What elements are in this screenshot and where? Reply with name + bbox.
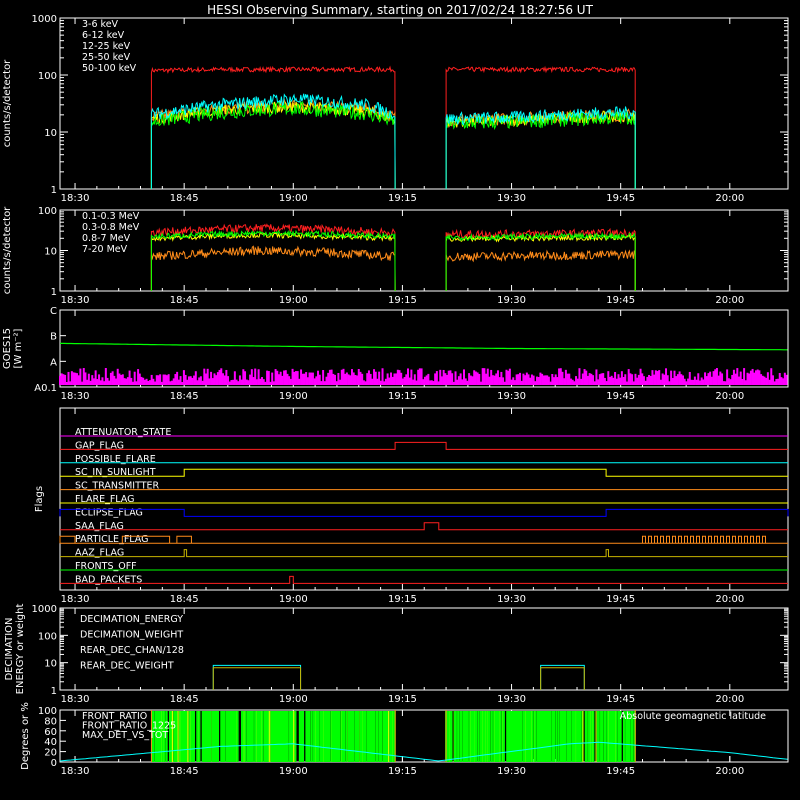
time-tick-label: 19:45 [606, 193, 635, 204]
y-tick-label: 1 [51, 686, 57, 697]
time-tick-label: 20:00 [715, 766, 744, 777]
time-tick-label: 18:30 [61, 694, 90, 705]
y-tick-label: 100 [38, 706, 57, 717]
time-tick-label: 18:30 [61, 295, 90, 306]
time-tick-label: 19:00 [279, 391, 308, 402]
time-tick-label: 19:00 [279, 694, 308, 705]
time-tick-label: 18:30 [61, 594, 90, 605]
legend-entry: 7-20 MeV [82, 244, 128, 255]
time-tick-label: 19:00 [279, 594, 308, 605]
legend-entry: DECIMATION_WEIGHT [80, 630, 183, 641]
legend-entry: 50-100 keV [82, 63, 137, 74]
time-tick-label: 20:00 [715, 193, 744, 204]
legend-entry: DECIMATION_ENERGY [80, 614, 183, 625]
chart-title: HESSI Observing Summary, starting on 201… [207, 3, 593, 17]
y-axis-label: Flags [34, 486, 45, 512]
y-tick-label: 1000 [32, 604, 57, 615]
y-tick-label: 1000 [32, 14, 57, 25]
y-axis-label: counts/s/detector [2, 59, 13, 147]
time-tick-label: 18:45 [170, 391, 199, 402]
time-tick-label: 18:30 [61, 391, 90, 402]
time-tick-label: 18:45 [170, 766, 199, 777]
y-tick-label: 20 [44, 748, 57, 759]
legend-entry: 0.8-7 MeV [82, 233, 131, 244]
time-tick-label: 19:30 [497, 295, 526, 306]
time-tick-label: 18:30 [61, 766, 90, 777]
time-tick-label: 19:30 [497, 193, 526, 204]
time-tick-label: 19:15 [388, 193, 417, 204]
hessi-summary-chart: HESSI Observing Summary, starting on 201… [0, 0, 800, 800]
time-tick-label: 19:30 [497, 694, 526, 705]
y-tick-label: 100 [38, 631, 57, 642]
time-tick-label: 20:00 [715, 594, 744, 605]
time-tick-label: 19:45 [606, 766, 635, 777]
y-tick-label: 1 [51, 185, 57, 196]
time-tick-label: 19:30 [497, 594, 526, 605]
legend-entry: Absolute geomagnetic latitude [620, 711, 766, 722]
y-tick-label: A [50, 357, 57, 368]
time-tick-label: 18:30 [61, 193, 90, 204]
time-tick-label: 19:15 [388, 391, 417, 402]
y-tick-label: 0 [51, 758, 57, 769]
y-tick-label: B [50, 332, 57, 343]
y-axis-label: GOES15 [2, 328, 13, 369]
y-tick-label: 10 [44, 247, 57, 258]
legend-entry: 12-25 keV [82, 41, 131, 52]
legend-entry: REAR_DEC_CHAN/128 [80, 645, 184, 656]
y-tick-label: 80 [44, 716, 57, 727]
time-tick-label: 19:30 [497, 391, 526, 402]
time-tick-label: 19:45 [606, 391, 635, 402]
time-tick-label: 19:15 [388, 594, 417, 605]
y-tick-label: 1 [51, 287, 57, 298]
y-tick-label: 100 [38, 71, 57, 82]
time-tick-label: 18:45 [170, 594, 199, 605]
legend-entry: 0.3-0.8 MeV [82, 222, 140, 233]
y-tick-label: 10 [44, 128, 57, 139]
time-tick-label: 19:00 [279, 766, 308, 777]
time-tick-label: 19:00 [279, 295, 308, 306]
time-tick-label: 19:45 [606, 594, 635, 605]
time-tick-label: 19:15 [388, 694, 417, 705]
time-tick-label: 18:45 [170, 193, 199, 204]
time-tick-label: 18:45 [170, 295, 199, 306]
time-tick-label: 18:45 [170, 694, 199, 705]
time-tick-label: 19:45 [606, 295, 635, 306]
y-axis-label: DECIMATION [4, 617, 15, 680]
legend-entry: 6-12 keV [82, 30, 125, 41]
legend-entry: 0.1-0.3 MeV [82, 211, 140, 222]
time-tick-label: 19:15 [388, 766, 417, 777]
y-tick-label: C [50, 306, 57, 317]
y-tick-label: 100 [38, 206, 57, 217]
time-tick-label: 20:00 [715, 694, 744, 705]
y-axis-label: [W m⁻²] [13, 328, 24, 368]
legend-entry: 3-6 keV [82, 19, 119, 30]
legend-entry: MAX_DET_VS_TOT [82, 730, 168, 741]
time-tick-label: 20:00 [715, 295, 744, 306]
time-tick-label: 20:00 [715, 391, 744, 402]
legend-entry: REAR_DEC_WEIGHT [80, 661, 174, 672]
time-tick-label: 19:30 [497, 766, 526, 777]
y-axis-label: Degrees or % [20, 702, 31, 770]
y-axis-label: ENERGY or weight [15, 604, 26, 695]
y-tick-label: 10 [44, 659, 57, 670]
legend-entry: 25-50 keV [82, 52, 131, 63]
y-axis-label: counts/s/detector [2, 206, 13, 294]
time-tick-label: 19:00 [279, 193, 308, 204]
time-tick-label: 19:15 [388, 295, 417, 306]
time-tick-label: 19:45 [606, 694, 635, 705]
y-tick-label: 60 [44, 727, 57, 738]
y-tick-label: 40 [44, 737, 57, 748]
y-tick-label: A0.1 [34, 383, 57, 394]
